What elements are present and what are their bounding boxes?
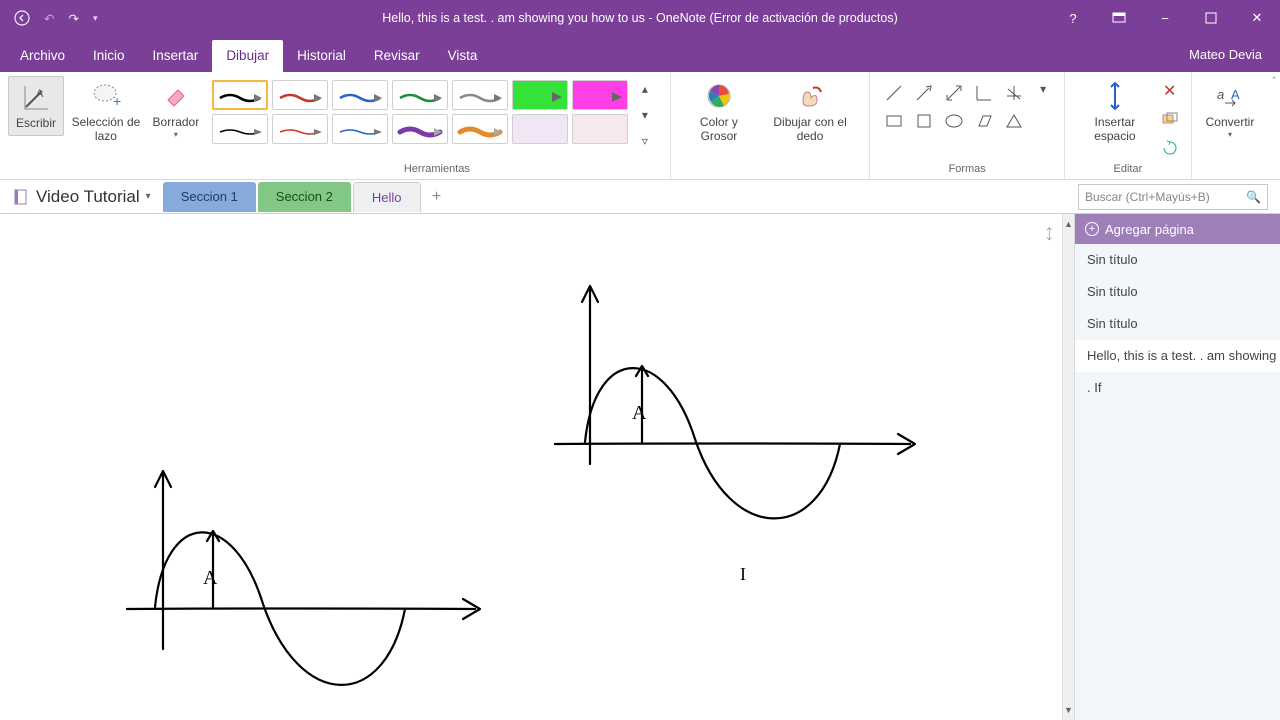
section-tab-hello[interactable]: Hello — [353, 182, 421, 212]
arrange-icon[interactable] — [1157, 106, 1183, 132]
add-page-button[interactable]: + Agregar página — [1075, 214, 1280, 244]
tab-dibujar[interactable]: Dibujar — [212, 40, 283, 72]
close-icon[interactable]: ✕ — [1234, 0, 1280, 36]
highlighter-pink[interactable] — [572, 80, 628, 110]
rotate-icon[interactable] — [1157, 134, 1183, 160]
qat-dropdown-icon[interactable]: ▾ — [93, 13, 98, 24]
svg-text:A: A — [632, 402, 647, 424]
search-icon: 🔍 — [1246, 190, 1261, 204]
section-tab-2[interactable]: Seccion 2 — [258, 182, 351, 212]
maximize-icon[interactable] — [1188, 0, 1234, 36]
highlighter-rose[interactable] — [572, 114, 628, 144]
pen-red[interactable] — [272, 80, 328, 110]
svg-text:A: A — [36, 88, 44, 100]
shape-triangle[interactable] — [1000, 108, 1028, 134]
shape-double-arrow[interactable] — [940, 80, 968, 106]
scroll-down-icon[interactable]: ▼ — [1063, 700, 1074, 720]
ribbon-options-icon[interactable] — [1096, 0, 1142, 36]
minimize-icon[interactable]: − — [1142, 0, 1188, 36]
borrador-button[interactable]: Borrador▾ — [148, 76, 204, 143]
shape-parallelogram[interactable] — [970, 108, 998, 134]
insertar-espacio-button[interactable]: Insertar espacio — [1073, 76, 1156, 148]
undo-icon[interactable]: ↶ — [44, 11, 54, 26]
canvas-scrollbar[interactable]: ▲ ▼ — [1062, 214, 1074, 720]
pen-purple-brush[interactable] — [392, 114, 448, 144]
tab-archivo[interactable]: Archivo — [6, 40, 79, 72]
svg-text:A: A — [203, 567, 218, 589]
page-item[interactable]: Sin título — [1075, 276, 1280, 308]
page-canvas[interactable]: ⤢ A A I — [0, 214, 1062, 720]
collapse-ribbon-icon[interactable]: ˆ — [1268, 72, 1280, 179]
shape-ellipse[interactable] — [940, 108, 968, 134]
svg-text:+: + — [113, 93, 121, 109]
pen-green[interactable] — [392, 80, 448, 110]
pen-gray[interactable] — [452, 80, 508, 110]
page-item[interactable]: Sin título — [1075, 244, 1280, 276]
menu-bar: Archivo Inicio Insertar Dibujar Historia… — [0, 36, 1280, 72]
group-editar-label: Editar — [1114, 163, 1143, 177]
shape-axes-xy[interactable] — [970, 80, 998, 106]
tab-insertar[interactable]: Insertar — [139, 40, 213, 72]
tab-inicio[interactable]: Inicio — [79, 40, 139, 72]
back-icon[interactable] — [14, 10, 30, 26]
gallery-up-icon[interactable]: ▴ — [632, 76, 658, 102]
gallery-down-icon[interactable]: ▾ — [632, 102, 658, 128]
chevron-down-icon: ▾ — [146, 191, 151, 202]
pen-black[interactable] — [212, 80, 268, 110]
pen-red-thin[interactable] — [272, 114, 328, 144]
pen-orange-brush[interactable] — [452, 114, 508, 144]
escribir-button[interactable]: A Escribir — [8, 76, 64, 136]
highlighter-lavender[interactable] — [512, 114, 568, 144]
redo-icon[interactable]: ↷ — [68, 11, 78, 26]
scroll-up-icon[interactable]: ▲ — [1063, 214, 1074, 234]
delete-icon[interactable]: ✕ — [1157, 78, 1183, 104]
shape-rect[interactable] — [880, 108, 908, 134]
convertir-button[interactable]: aA Convertir▾ — [1200, 76, 1261, 143]
user-name[interactable]: Mateo Devia — [1189, 36, 1262, 72]
plus-icon: + — [1085, 222, 1099, 236]
pen-blue[interactable] — [332, 80, 388, 110]
title-bar: ↶ ↷ ▾ Hello, this is a test. . am showin… — [0, 0, 1280, 36]
tab-historial[interactable]: Historial — [283, 40, 360, 72]
pen-black-thin[interactable] — [212, 114, 268, 144]
lasso-button[interactable]: + Selección de lazo — [64, 76, 148, 148]
shape-square[interactable] — [910, 108, 938, 134]
tab-vista[interactable]: Vista — [434, 40, 492, 72]
pen-gallery — [212, 76, 508, 144]
page-item[interactable]: . If — [1075, 372, 1280, 404]
group-herramientas-label: Herramientas — [404, 163, 470, 177]
add-section-button[interactable]: + — [423, 188, 451, 206]
notebook-selector[interactable]: Video Tutorial ▾ — [0, 187, 163, 207]
shapes-more-icon[interactable]: ▾ — [1030, 76, 1056, 102]
shape-arrow[interactable] — [910, 80, 938, 106]
shapes-gallery — [878, 76, 1030, 138]
tab-revisar[interactable]: Revisar — [360, 40, 434, 72]
ribbon: A Escribir + Selección de lazo Borrador▾ — [0, 72, 1280, 180]
ink-drawing-graph-1: A — [480, 264, 940, 524]
shape-line[interactable] — [880, 80, 908, 106]
draw-finger-button[interactable]: Dibujar con el dedo — [759, 76, 861, 148]
expand-page-icon[interactable]: ⤢ — [1039, 225, 1058, 244]
pen-blue-thin[interactable] — [332, 114, 388, 144]
page-item-selected[interactable]: Hello, this is a test. . am showing y — [1075, 340, 1280, 372]
svg-text:a: a — [1217, 87, 1224, 102]
help-icon[interactable]: ? — [1050, 0, 1096, 36]
notebook-header: Video Tutorial ▾ Seccion 1 Seccion 2 Hel… — [0, 180, 1280, 214]
search-input[interactable]: Buscar (Ctrl+Mayús+B) 🔍 — [1078, 184, 1268, 210]
text-cursor-icon: I — [740, 564, 746, 585]
shape-axes-3d[interactable] — [1000, 80, 1028, 106]
search-placeholder: Buscar (Ctrl+Mayús+B) — [1085, 190, 1210, 204]
color-grosor-button[interactable]: Color y Grosor — [679, 76, 759, 148]
ink-drawing-graph-2: A — [55, 449, 515, 709]
pages-panel: + Agregar página Sin título Sin título S… — [1074, 214, 1280, 720]
section-tab-1[interactable]: Seccion 1 — [163, 182, 256, 212]
gallery-more-icon[interactable]: ▿ — [632, 128, 658, 154]
highlighter-green[interactable] — [512, 80, 568, 110]
notebook-icon — [12, 188, 30, 206]
page-item[interactable]: Sin título — [1075, 308, 1280, 340]
group-formas-label: Formas — [949, 163, 986, 177]
